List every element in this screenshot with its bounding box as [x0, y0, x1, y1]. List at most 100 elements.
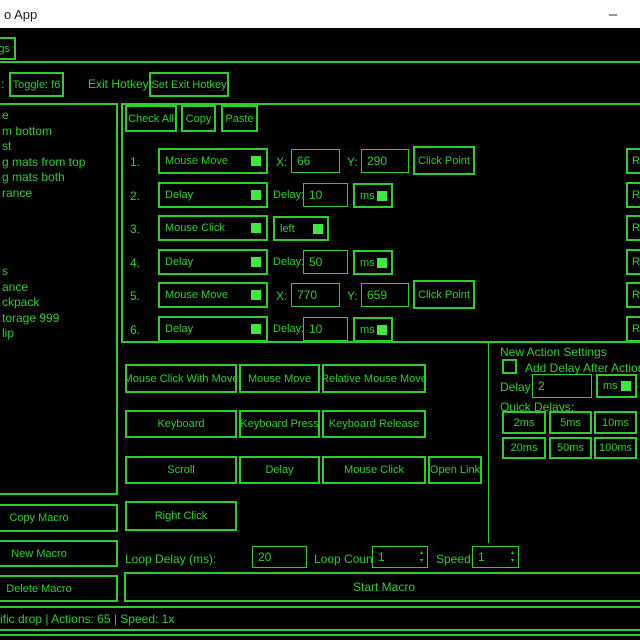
- spinner-down-icon: ▾: [420, 558, 423, 564]
- quick-delay-2ms-button[interactable]: 2ms: [502, 411, 546, 434]
- new-macro-button[interactable]: New Macro: [0, 540, 118, 567]
- new-action-settings-title: New Action Settings: [500, 345, 607, 359]
- macro-list-item[interactable]: rance: [2, 186, 32, 200]
- mouse-button-dropdown[interactable]: left: [273, 216, 329, 241]
- spinner-up-icon: ▴: [420, 550, 423, 556]
- add-delay-after-action-label: Add Delay After Action: [525, 361, 640, 375]
- y-input[interactable]: 659: [361, 283, 409, 307]
- x-value: 770: [297, 288, 317, 302]
- quick-delay-50ms-button[interactable]: 50ms: [549, 437, 592, 459]
- remove-row-button[interactable]: R: [626, 249, 640, 275]
- quick-delay-5ms-button[interactable]: 5ms: [549, 411, 592, 434]
- toggle-hotkey-button[interactable]: Toggle: f6: [9, 72, 64, 97]
- macro-list-item[interactable]: ckpack: [2, 295, 39, 309]
- action-type-dropdown[interactable]: Delay: [158, 182, 268, 208]
- add-mouse-move-button[interactable]: Mouse Move: [239, 364, 320, 393]
- add-mouse-click-with-move-label: Mouse Click With Move: [125, 373, 237, 385]
- loop-delay-input[interactable]: 20: [252, 546, 307, 568]
- delay-unit-dropdown[interactable]: ms: [353, 250, 393, 275]
- macro-list-item[interactable]: g mats both: [2, 170, 65, 184]
- macro-list-item[interactable]: ance: [2, 280, 28, 294]
- action-type-value: Mouse Click: [165, 222, 225, 234]
- copy-macro-button[interactable]: Copy Macro: [0, 504, 118, 532]
- macro-list-item[interactable]: m bottom: [2, 124, 52, 138]
- nas-unit-dropdown[interactable]: ms: [596, 374, 637, 398]
- add-open-link-label: Open Link: [430, 464, 480, 476]
- add-keyboard-press-button[interactable]: Keyboard Press: [239, 410, 320, 438]
- add-delay-checkbox[interactable]: [502, 359, 517, 374]
- dropdown-indicator-icon: [377, 258, 387, 268]
- add-relative-mouse-move-button[interactable]: Relative Mouse Move: [322, 364, 426, 393]
- macro-list-item[interactable]: e: [2, 108, 9, 122]
- add-open-link-button[interactable]: Open Link: [428, 456, 482, 484]
- paste-button[interactable]: Paste: [221, 105, 258, 132]
- app-window: o App – gs : Toggle: f6 Exit Hotkey: Set…: [0, 0, 640, 640]
- add-keyboard-button[interactable]: Keyboard: [125, 410, 237, 438]
- x-input[interactable]: 770: [291, 283, 340, 307]
- add-mouse-click-with-move-button[interactable]: Mouse Click With Move: [125, 364, 237, 393]
- delay-unit-dropdown[interactable]: ms: [353, 317, 393, 342]
- delay-value: 10: [309, 322, 322, 336]
- minimize-button[interactable]: –: [594, 0, 632, 28]
- quick-delay-20ms-button[interactable]: 20ms: [502, 437, 546, 459]
- add-keyboard-release-button[interactable]: Keyboard Release: [322, 410, 426, 438]
- set-exit-hotkey-button[interactable]: Set Exit Hotkey: [149, 72, 229, 97]
- action-type-dropdown[interactable]: Delay: [158, 316, 268, 342]
- copy-label: Copy: [186, 113, 212, 125]
- add-delay-button[interactable]: Delay: [239, 456, 320, 484]
- action-type-dropdown[interactable]: Delay: [158, 249, 268, 275]
- loop-count-stepper[interactable]: 1 ▴ ▾: [372, 546, 428, 568]
- remove-row-button[interactable]: R: [626, 316, 640, 342]
- delay-input[interactable]: 50: [303, 250, 348, 274]
- add-keyboard-press-label: Keyboard Press: [240, 418, 318, 430]
- delay-input[interactable]: 10: [303, 317, 348, 341]
- action-type-value: Mouse Move: [165, 155, 228, 167]
- macro-list-item[interactable]: g mats from top: [2, 155, 85, 169]
- action-row-number: 4.: [130, 256, 140, 270]
- action-row-number: 5.: [130, 289, 140, 303]
- quick-delay-10ms-button[interactable]: 10ms: [594, 411, 637, 434]
- macro-list-item[interactable]: st: [2, 139, 11, 153]
- copy-button[interactable]: Copy: [181, 105, 216, 132]
- remove-row-button[interactable]: R: [626, 282, 640, 308]
- y-input[interactable]: 290: [361, 149, 409, 173]
- remove-row-button[interactable]: R: [626, 215, 640, 241]
- macro-list-item[interactable]: s: [2, 264, 8, 278]
- add-relative-mouse-move-label: Relative Mouse Move: [322, 373, 426, 385]
- x-input[interactable]: 66: [291, 149, 340, 173]
- quick-delay-100ms-button[interactable]: 100ms: [594, 437, 637, 459]
- delay-unit-dropdown[interactable]: ms: [353, 183, 393, 208]
- action-type-dropdown[interactable]: Mouse Move: [158, 282, 268, 308]
- bottom-divider: [0, 634, 640, 636]
- remove-row-button[interactable]: R: [626, 148, 640, 174]
- add-right-click-button[interactable]: Right Click: [125, 501, 237, 531]
- add-keyboard-release-label: Keyboard Release: [329, 418, 420, 430]
- section-divider: [488, 343, 489, 543]
- click-point-button[interactable]: Click Point: [413, 146, 475, 175]
- action-type-dropdown[interactable]: Mouse Click: [158, 215, 268, 241]
- start-macro-button[interactable]: Start Macro: [124, 572, 640, 602]
- delay-input[interactable]: 10: [303, 183, 348, 207]
- quick-delay-label: 20ms: [511, 442, 538, 454]
- speed-value: 1: [478, 550, 485, 564]
- macro-list-item[interactable]: torage 999: [2, 311, 59, 325]
- macro-list-item[interactable]: lip: [2, 326, 14, 340]
- delay-unit-value: ms: [360, 190, 375, 202]
- loop-count-spinner[interactable]: ▴ ▾: [420, 550, 423, 564]
- nas-delay-input[interactable]: 2: [532, 374, 592, 398]
- remove-row-button[interactable]: R: [626, 182, 640, 208]
- remove-row-label: R: [632, 256, 640, 268]
- speed-stepper[interactable]: 1 ▴ ▾: [472, 546, 519, 568]
- check-all-button[interactable]: Check All: [125, 105, 177, 132]
- quick-delay-label: 10ms: [602, 417, 629, 429]
- add-keyboard-label: Keyboard: [157, 418, 204, 430]
- speed-spinner[interactable]: ▴ ▾: [511, 550, 514, 564]
- click-point-button[interactable]: Click Point: [413, 280, 475, 309]
- add-scroll-button[interactable]: Scroll: [125, 456, 237, 484]
- delay-value: 50: [309, 255, 322, 269]
- titlebar: o App –: [0, 0, 640, 28]
- action-type-dropdown[interactable]: Mouse Move: [158, 148, 268, 174]
- menu-settings-button[interactable]: gs: [0, 37, 16, 60]
- add-mouse-click-button[interactable]: Mouse Click: [322, 456, 426, 484]
- delete-macro-button[interactable]: Delete Macro: [0, 575, 118, 602]
